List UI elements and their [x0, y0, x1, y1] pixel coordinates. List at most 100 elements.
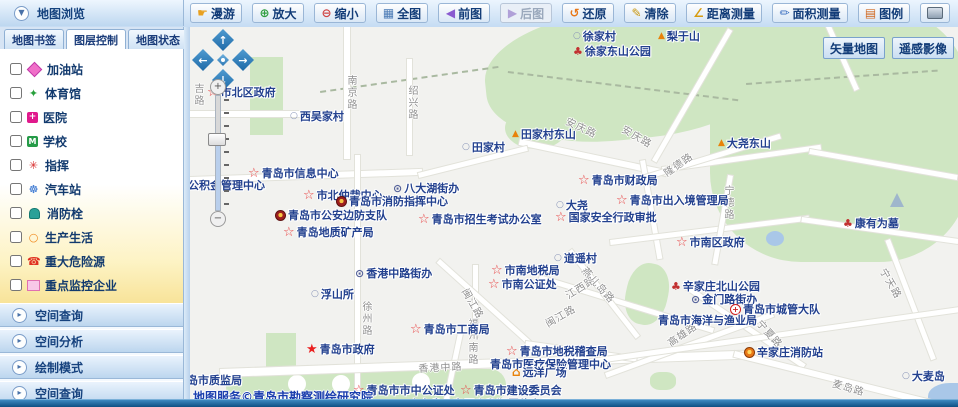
layer-item[interactable]: 加油站 [0, 57, 183, 81]
layer-item[interactable]: ✦体育馆 [0, 81, 183, 105]
layer-item[interactable]: ✳指挥 [0, 153, 183, 177]
map-poi-label: ○徐家村 [573, 28, 616, 44]
circle-icon: ○ [902, 372, 910, 381]
zoom-in-button[interactable]: + [210, 79, 226, 95]
collapse-toggle-icon[interactable]: ▼ [14, 6, 29, 21]
vector-map-button[interactable]: 矢量地图 [823, 37, 885, 59]
poi-text: 青岛地质矿产局 [297, 224, 374, 240]
zoom-tick [224, 203, 229, 205]
zoom-out-icon: ⊖ [321, 7, 331, 19]
poi-text: 青岛市工商局 [424, 321, 490, 337]
toolbar-button-label: 前图 [458, 5, 482, 22]
layer-checkbox[interactable] [10, 183, 22, 195]
layer-label: 指挥 [45, 157, 69, 174]
poi-text: 青岛市出入境管理局 [630, 192, 729, 208]
remote-sensing-button[interactable]: 遥感影像 [892, 37, 954, 59]
layer-item[interactable]: ☸汽车站 [0, 177, 183, 201]
toolbar-button-zoom-in[interactable]: ⊕放大 [252, 3, 304, 23]
layer-checkbox[interactable] [10, 255, 22, 267]
layer-item[interactable]: 消防栓 [0, 201, 183, 225]
road-label: 吉路 [190, 83, 205, 107]
layer-checkbox[interactable] [10, 87, 22, 99]
panel-section-1[interactable]: ▸空间分析 [0, 329, 183, 353]
poi-text: 辛家庄消防站 [757, 344, 823, 360]
layer-label: 消防栓 [47, 205, 83, 222]
tab-0[interactable]: 地图书签 [4, 29, 64, 49]
layer-item[interactable]: ○生产生活 [0, 225, 183, 249]
prev-view-icon: ◀ [446, 7, 455, 19]
layer-checkbox[interactable] [10, 207, 22, 219]
layer-checkbox[interactable] [10, 159, 22, 171]
star-outline-icon: ☆ [578, 174, 590, 187]
layer-checkbox[interactable] [10, 111, 22, 123]
poi-text: 香港中路街办 [366, 265, 432, 281]
zoom-slider-handle[interactable] [208, 133, 226, 146]
poi-text: 田家村东山 [521, 126, 576, 142]
zoom-slider-track[interactable] [215, 95, 221, 211]
trees-icon: ♣ [671, 281, 681, 292]
poi-text: 青岛市公安边防支队 [288, 207, 387, 223]
star-outline-icon: ☆ [283, 226, 295, 239]
poi-text: 康有为墓 [855, 215, 899, 231]
star-outline-icon: ☆ [555, 211, 567, 224]
star-outline-icon: ☆ [488, 278, 500, 291]
panel-section-0[interactable]: ▸空间查询 [0, 303, 183, 327]
map-poi-label: 青岛市质监局 [190, 372, 242, 388]
toolbar-button-hand[interactable]: ☛漫游 [190, 3, 242, 23]
triangle-icon: ▲ [512, 130, 519, 139]
toolbar-button-next-view[interactable]: ▶后图 [500, 3, 552, 23]
layer-checkbox[interactable] [10, 231, 22, 243]
area-measure-icon: ✏ [779, 7, 789, 19]
pan-left-arrow[interactable]: ← [192, 49, 214, 71]
map-canvas[interactable]: 南京路绍兴路吉路安庆路安庆路隆德路宁德路闽江路闽江路江西路徐州路福州南路香港中路… [190, 27, 958, 401]
layer-checkbox[interactable] [10, 63, 22, 75]
zoom-tick [224, 177, 229, 179]
tab-1[interactable]: 图层控制 [66, 29, 126, 49]
poi-text: 青岛市海洋与渔业局 [658, 312, 757, 328]
toolbar-button-restore[interactable]: ↺还原 [562, 3, 614, 23]
zoom-tick [224, 125, 229, 127]
panel-header-map-browse[interactable]: ▼ 地图浏览 [0, 0, 184, 26]
toolbar-button-label: 放大 [273, 5, 297, 22]
restore-icon: ↺ [569, 7, 579, 19]
layer-item[interactable]: +医院 [0, 105, 183, 129]
toolbar-button-print[interactable] [920, 3, 950, 23]
toolbar-button-area-measure[interactable]: ✏面积测量 [772, 3, 848, 23]
map-poi-label: ☆青岛市招生考试办公室 [418, 211, 542, 227]
triangle-icon: ▲ [658, 32, 665, 41]
layer-item[interactable]: 重点监控企业 [0, 273, 183, 297]
toolbar-button-zoom-out[interactable]: ⊖ 缩小 [314, 3, 366, 23]
expand-arrow-icon: ▸ [12, 360, 27, 375]
road-label: 隆德路 [660, 148, 696, 179]
zoom-tick [224, 151, 229, 153]
zoom-out-button[interactable]: − [210, 211, 226, 227]
expand-arrow-icon: ▸ [12, 334, 27, 349]
map-poi-label: ○大麦岛 [902, 368, 945, 384]
dotcircle-icon: ⊙ [393, 183, 402, 194]
panel-section-2[interactable]: ▸ 绘制模式 [0, 355, 183, 379]
pan-up-arrow[interactable]: ↑ [212, 29, 234, 51]
layer-item[interactable]: ☎ 重大危险源 [0, 249, 183, 273]
poi-text: 徐家村 [583, 28, 616, 44]
tab-2[interactable]: 地图状态 [128, 29, 188, 49]
map-poi-label: ▲大尧东山 [718, 135, 771, 151]
toolbar-button-distance-measure[interactable]: ∠距离测量 [686, 3, 762, 23]
toolbar-button-full-extent[interactable]: ▦全图 [376, 3, 428, 23]
hazard-icon: ☎ [27, 255, 40, 268]
poi-text: 远洋广场 [523, 364, 567, 380]
school-icon: M [27, 136, 38, 147]
panel-header-label: 地图浏览 [37, 5, 85, 22]
toolbar-button-legend[interactable]: ▤图例 [858, 3, 910, 23]
toolbar-button-label: 缩小 [335, 5, 359, 22]
layer-checkbox[interactable] [10, 135, 22, 147]
fire-icon [744, 347, 755, 358]
toolbar-button-prev-view[interactable]: ◀前图 [438, 3, 490, 23]
lake-shape [766, 231, 784, 246]
layer-checkbox[interactable] [10, 279, 22, 291]
toolbar-button-clear[interactable]: ✎清除 [624, 3, 676, 23]
layer-item[interactable]: M学校 [0, 129, 183, 153]
layer-label: 重大危险源 [45, 253, 105, 270]
map-poi-label: ♣徐家东山公园 [573, 43, 651, 59]
section-label: 绘制模式 [35, 359, 83, 376]
pan-center-button[interactable] [217, 54, 229, 66]
